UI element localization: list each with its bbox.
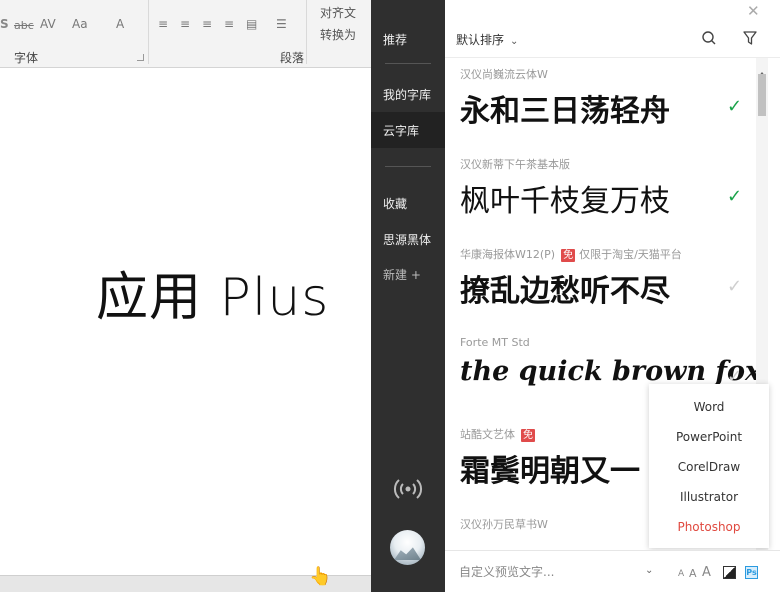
font-name: 汉仪尚巍流云体W [460,68,548,81]
slide-text[interactable]: 应用 Plus [96,255,329,330]
columns-icon[interactable]: ☰ [276,17,287,31]
ribbon-separator [306,0,307,64]
font-name: 汉仪孙万民草书W [460,518,548,531]
preview-text-input[interactable] [459,561,639,583]
scroll-thumb[interactable] [758,74,766,116]
font-plugin-sidebar: 推荐 我的字库 云字库 收藏 思源黑体 新建 + [371,0,445,592]
size-large-button[interactable]: A [702,565,711,580]
app-menu-item-coreldraw[interactable]: CorelDraw [649,460,769,474]
app-menu-item-powerpoint[interactable]: PowerPoint [649,430,769,444]
slide-canvas[interactable] [0,68,371,592]
font-color-button[interactable]: A [116,17,124,31]
align-right-icon[interactable]: ≡ [202,17,212,31]
font-card[interactable]: 华康海报体W12(P) 免仅限于淘宝/天猫平台 撩乱边愁听不尽 ✓ [445,238,756,328]
size-small-button[interactable]: A [678,569,684,579]
check-icon[interactable]: ✓ [727,96,742,117]
sidebar-item-recommend[interactable]: 推荐 [383,31,407,48]
align-center-icon[interactable]: ≡ [180,17,190,31]
photoshop-icon[interactable]: Ps [745,566,758,579]
paragraph-group-label: 段落 [280,51,305,65]
font-name: 站酷文艺体 [460,428,515,441]
distributed-icon[interactable]: ▤ [246,17,257,31]
font-sample: the quick brown fox [460,356,762,387]
font-group-label: 字体 [14,51,39,65]
font-name-row: 华康海报体W12(P) 免仅限于淘宝/天猫平台 [460,246,682,262]
font-card[interactable]: 汉仪新蒂下午茶基本版 枫叶千枝复万枝 ✓ [445,148,756,238]
free-badge: 免 [521,429,535,442]
chevron-down-icon: ⌄ [510,36,519,47]
sidebar-divider [385,166,431,167]
sidebar-divider [385,63,431,64]
sidebar-item-my-fonts[interactable]: 我的字库 [383,86,431,103]
sidebar-item-new[interactable]: 新建 + [383,266,421,283]
size-medium-button[interactable]: A [689,567,697,580]
strikethrough-button[interactable]: abc [14,19,34,32]
sort-label: 默认排序 [456,33,505,47]
free-badge: 免 [561,249,576,262]
avatar[interactable] [390,530,425,565]
font-note: 仅限于淘宝/天猫平台 [579,248,682,261]
check-icon[interactable]: ✓ [727,276,742,297]
app-menu: Word PowerPoint CorelDraw Illustrator Ph… [649,384,769,548]
char-spacing-button[interactable]: AV [40,17,56,31]
sidebar-item-cloud-fonts[interactable]: 云字库 [383,122,419,139]
sidebar-item-source-han-sans[interactable]: 思源黑体 [383,231,431,248]
broadcast-icon[interactable] [393,476,423,502]
font-card[interactable]: 汉仪尚巍流云体W 永和三日荡轻舟 ✓ [445,58,756,148]
chevron-down-icon[interactable]: ⌄ [645,565,653,576]
check-icon[interactable]: ✓ [727,186,742,207]
font-name-row: 站酷文艺体免 [460,426,539,442]
font-sample: 枫叶千枝复万枝 [460,184,670,219]
sidebar-item-favorites[interactable]: 收藏 [383,195,407,212]
ribbon-separator [148,0,149,64]
contrast-icon[interactable] [723,566,736,579]
search-icon[interactable] [701,30,717,46]
font-sample: 霜鬓明朝又一 [460,454,640,489]
font-list-panel: ✕ 默认排序 ⌄ 汉仪尚巍流云体W 永和三日荡轻舟 ✓ 汉仪新蒂下午茶基本版 枫叶… [445,0,780,592]
justify-icon[interactable]: ≡ [224,17,234,31]
font-sample: 撩乱边愁听不尽 [460,274,670,309]
app-menu-item-word[interactable]: Word [649,400,769,414]
align-left-icon[interactable]: ≡ [158,17,168,31]
sort-dropdown[interactable]: 默认排序 ⌄ [456,31,518,48]
change-case-button[interactable]: Aa [72,17,88,31]
align-text-button[interactable]: 对齐文 [320,4,356,21]
font-name: 汉仪新蒂下午茶基本版 [460,158,570,171]
font-name: Forte MT Std [460,336,530,349]
hand-cursor-icon: 👆 [309,566,332,587]
filter-icon[interactable] [742,30,758,46]
font-style-icon[interactable]: S [0,17,9,31]
app-menu-item-illustrator[interactable]: Illustrator [649,490,769,504]
close-icon[interactable]: ✕ [747,2,760,20]
font-sample: 永和三日荡轻舟 [460,94,670,129]
convert-smartart-button[interactable]: 转换为 [320,26,356,43]
ribbon: S abc AV Aa A ≡ ≡ ≡ ≡ ▤ ☰ 对齐文 转换为 字体 段落 [0,0,371,68]
app-menu-item-photoshop[interactable]: Photoshop [649,520,769,534]
font-name: 华康海报体W12(P) [460,248,556,261]
font-dialog-launcher[interactable] [137,54,144,61]
bottom-bar: ⌄ A A A Ps [445,550,780,592]
